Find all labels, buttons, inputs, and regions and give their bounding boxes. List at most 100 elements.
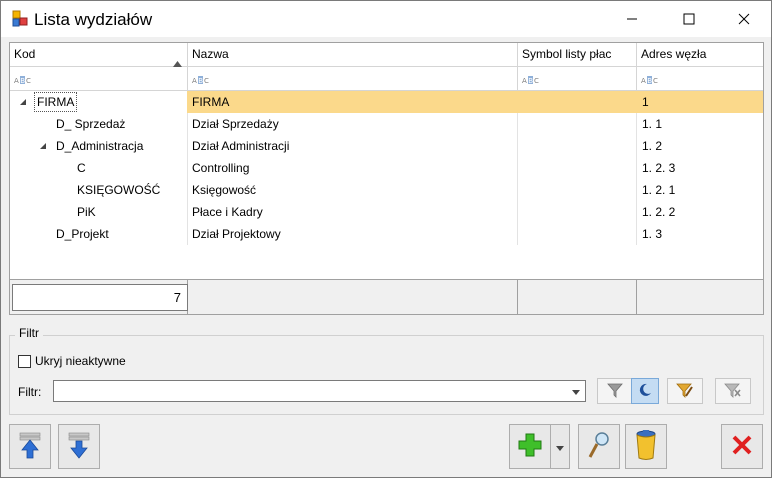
kod-cell: FIRMA bbox=[34, 92, 78, 112]
adres-cell: 1. 1 bbox=[642, 117, 663, 131]
title-bar: Lista wydziałów bbox=[1, 1, 771, 37]
kod-cell: D_Administracja bbox=[56, 139, 144, 153]
svg-text:A: A bbox=[14, 77, 19, 85]
minimize-button[interactable] bbox=[605, 1, 659, 37]
clear-filter-button[interactable] bbox=[715, 378, 751, 404]
move-up-button[interactable] bbox=[9, 424, 51, 469]
footer-cell-symbol bbox=[518, 280, 637, 315]
table-row[interactable]: PiK Płace i Kadry 1. 2. 2 bbox=[10, 201, 763, 223]
grid-footer: 7 bbox=[10, 279, 763, 315]
svg-text:B: B bbox=[20, 77, 25, 85]
svg-text:C: C bbox=[653, 77, 658, 85]
close-icon bbox=[731, 434, 753, 459]
svg-text:B: B bbox=[528, 77, 533, 85]
nazwa-cell: Księgowość bbox=[192, 183, 257, 197]
departments-grid: Kod Nazwa Symbol listy płac Adres węzła … bbox=[9, 42, 764, 315]
column-header-symbol[interactable]: Symbol listy płac bbox=[518, 43, 637, 67]
svg-text:A: A bbox=[522, 77, 527, 85]
adres-cell: 1. 2 bbox=[642, 139, 663, 153]
app-icon bbox=[11, 10, 29, 28]
table-row[interactable]: D_ Sprzedaż Dział Sprzedaży 1. 1 bbox=[10, 113, 763, 135]
hide-inactive-label: Ukryj nieaktywne bbox=[35, 354, 126, 368]
collapse-icon[interactable] bbox=[18, 92, 28, 115]
adres-cell: 1. 3 bbox=[642, 227, 663, 241]
maximize-button[interactable] bbox=[662, 1, 716, 37]
kod-cell: PiK bbox=[77, 205, 96, 219]
svg-text:C: C bbox=[534, 77, 539, 85]
arrow-down-icon bbox=[66, 430, 92, 463]
filter-label: Filtr: bbox=[18, 385, 42, 399]
delete-button[interactable] bbox=[625, 424, 667, 469]
nazwa-cell: Controlling bbox=[192, 161, 250, 175]
nazwa-cell: Dział Sprzedaży bbox=[192, 117, 279, 131]
footer-cell-adres bbox=[637, 280, 763, 315]
table-row[interactable]: KSIĘGOWOŚĆ Księgowość 1. 2. 1 bbox=[10, 179, 763, 201]
text-filter-icon: ABC bbox=[641, 74, 659, 88]
svg-text:B: B bbox=[647, 77, 652, 85]
grid-header: Kod Nazwa Symbol listy płac Adres węzła bbox=[10, 43, 763, 67]
table-row[interactable]: FIRMA FIRMA 1 bbox=[10, 91, 763, 113]
apply-filter-button[interactable] bbox=[597, 378, 633, 404]
column-header-symbol-label: Symbol listy płac bbox=[522, 47, 612, 61]
text-filter-icon: ABC bbox=[192, 74, 210, 88]
filter-cell-symbol[interactable]: ABC bbox=[518, 67, 637, 90]
filter-builder-button[interactable] bbox=[667, 378, 703, 404]
column-header-adres-label: Adres węzła bbox=[641, 47, 707, 61]
svg-text:B: B bbox=[198, 77, 203, 85]
kod-cell: KSIĘGOWOŚĆ bbox=[77, 183, 161, 197]
nazwa-cell: Płace i Kadry bbox=[192, 205, 263, 219]
column-header-kod[interactable]: Kod bbox=[10, 43, 188, 67]
table-row[interactable]: D_Administracja Dział Administracji 1. 2 bbox=[10, 135, 763, 157]
chevron-down-icon bbox=[556, 440, 564, 454]
move-down-button[interactable] bbox=[58, 424, 100, 469]
kod-cell: D_Projekt bbox=[56, 227, 109, 241]
svg-text:A: A bbox=[641, 77, 646, 85]
moon-icon bbox=[637, 382, 653, 401]
text-filter-icon: ABC bbox=[14, 74, 32, 88]
close-window-button[interactable] bbox=[717, 1, 771, 37]
add-button[interactable] bbox=[509, 424, 551, 469]
filter-input[interactable] bbox=[53, 380, 586, 402]
arrow-up-icon bbox=[17, 430, 43, 463]
filter-dropdown-button[interactable] bbox=[567, 381, 585, 401]
nazwa-cell: FIRMA bbox=[192, 95, 230, 109]
table-row[interactable]: D_Projekt Dział Projektowy 1. 3 bbox=[10, 223, 763, 245]
plus-icon bbox=[517, 432, 543, 461]
column-header-kod-label: Kod bbox=[14, 47, 36, 61]
close-button[interactable] bbox=[721, 424, 763, 469]
filter-cell-nazwa[interactable]: ABC bbox=[188, 67, 518, 90]
table-row[interactable]: C Controlling 1. 2. 3 bbox=[10, 157, 763, 179]
column-header-nazwa[interactable]: Nazwa bbox=[188, 43, 518, 67]
add-dropdown-button[interactable] bbox=[550, 424, 570, 469]
column-header-adres[interactable]: Adres węzła bbox=[637, 43, 763, 67]
funnel-clear-icon bbox=[724, 382, 742, 401]
svg-text:A: A bbox=[192, 77, 197, 85]
kod-cell: D_ Sprzedaż bbox=[56, 117, 126, 131]
magnifier-icon bbox=[586, 430, 612, 463]
adres-cell: 1. 2. 1 bbox=[642, 183, 676, 197]
filter-cell-adres[interactable]: ABC bbox=[637, 67, 763, 90]
column-header-nazwa-label: Nazwa bbox=[192, 47, 229, 61]
adres-cell: 1. 2. 2 bbox=[642, 205, 676, 219]
grid-filter-row: ABC ABC ABC ABC bbox=[10, 67, 763, 91]
text-filter-icon: ABC bbox=[522, 74, 540, 88]
svg-text:C: C bbox=[204, 77, 209, 85]
view-button[interactable] bbox=[578, 424, 620, 469]
nazwa-cell: Dział Projektowy bbox=[192, 227, 281, 241]
svg-text:C: C bbox=[26, 77, 31, 85]
collapse-icon[interactable] bbox=[38, 136, 48, 159]
filter-mode-button[interactable] bbox=[631, 378, 659, 404]
adres-cell: 1 bbox=[642, 95, 649, 109]
window: Lista wydziałów Kod Nazwa Symbol listy p… bbox=[0, 0, 772, 478]
hide-inactive-checkbox[interactable] bbox=[18, 355, 31, 368]
kod-cell: C bbox=[77, 161, 86, 175]
adres-cell: 1. 2. 3 bbox=[642, 161, 676, 175]
filter-cell-kod[interactable]: ABC bbox=[10, 67, 188, 90]
nazwa-cell: Dział Administracji bbox=[192, 139, 290, 153]
trash-icon bbox=[633, 429, 659, 464]
footer-cell-kod: 7 bbox=[10, 280, 188, 315]
footer-cell-nazwa bbox=[188, 280, 518, 315]
filter-group-label: Filtr bbox=[15, 326, 43, 340]
window-title: Lista wydziałów bbox=[34, 10, 153, 29]
funnel-edit-icon bbox=[676, 382, 694, 401]
